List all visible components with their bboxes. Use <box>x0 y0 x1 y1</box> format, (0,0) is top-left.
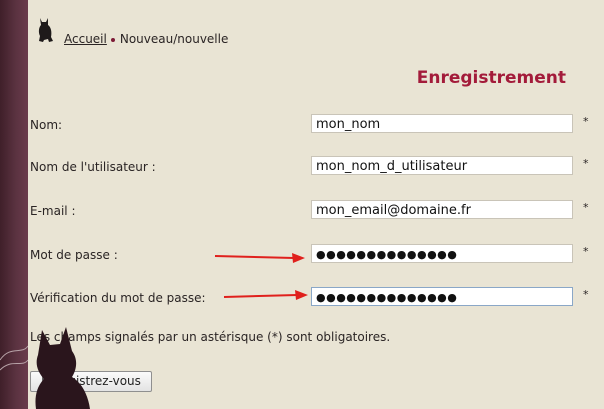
page-title: Enregistrement <box>416 68 566 88</box>
breadcrumb-home-link[interactable]: Accueil <box>64 32 107 46</box>
password-confirm-label: Vérification du mot de passe: <box>30 291 206 305</box>
breadcrumb-current: Nouveau/nouvelle <box>119 32 229 46</box>
username-label: Nom de l'utilisateur : <box>30 160 156 174</box>
name-label: Nom: <box>30 118 63 132</box>
required-marker: * <box>583 288 589 301</box>
email-field[interactable]: mon_email@domaine.fr <box>311 200 573 219</box>
form-row-name: Nom: mon_nom * <box>30 114 600 140</box>
cat-silhouette-icon <box>35 327 90 409</box>
required-marker: * <box>583 245 589 258</box>
breadcrumb-separator-icon <box>110 38 115 42</box>
arrow-icon <box>214 253 305 263</box>
username-field[interactable]: mon_nom_d_utilisateur <box>311 156 573 175</box>
email-label: E-mail : <box>30 204 76 218</box>
form-row-username: Nom de l'utilisateur : mon_nom_d_utilisa… <box>30 156 600 182</box>
required-marker: * <box>583 201 589 214</box>
required-marker: * <box>583 157 589 170</box>
password-label: Mot de passe : <box>30 248 118 262</box>
required-marker: * <box>583 115 589 128</box>
password-confirm-field[interactable]: ●●●●●●●●●●●●●● <box>311 287 573 306</box>
form-row-email: E-mail : mon_email@domaine.fr * <box>30 200 600 226</box>
name-field[interactable]: mon_nom <box>311 114 573 133</box>
breadcrumb: Accueil Nouveau/nouvelle <box>36 32 228 46</box>
arrow-icon <box>223 290 308 300</box>
form-row-password: Mot de passe : ●●●●●●●●●●●●●● * <box>30 244 600 270</box>
password-field[interactable]: ●●●●●●●●●●●●●● <box>311 244 573 263</box>
left-decorative-border <box>0 0 28 409</box>
form-row-password-confirm: Vérification du mot de passe: ●●●●●●●●●●… <box>30 287 600 313</box>
swirl-decoration-icon <box>0 345 28 371</box>
